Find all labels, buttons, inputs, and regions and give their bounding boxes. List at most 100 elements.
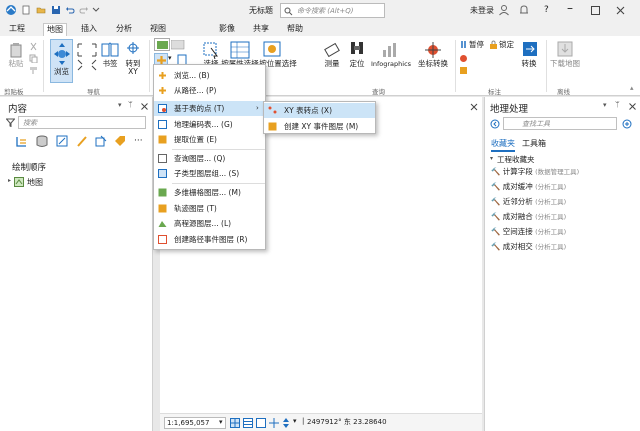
- label-priority-icon[interactable]: [459, 66, 468, 75]
- select-by-attribute-icon[interactable]: [229, 40, 251, 60]
- pause-label[interactable]: 暂停: [469, 40, 484, 49]
- menu-item-query-layer[interactable]: 查询图层... (Q): [154, 151, 265, 166]
- contents-menu-icon[interactable]: ▾: [118, 101, 122, 109]
- measure-icon[interactable]: [324, 40, 340, 60]
- gp-close-icon[interactable]: [629, 103, 636, 110]
- menu-item-make-xy-event-layer[interactable]: 创建 XY 事件图层 (M): [264, 119, 375, 134]
- menu-item-geocode-table[interactable]: 地理编码表... (G): [154, 117, 265, 132]
- list-by-drawing-order-icon[interactable]: [15, 135, 28, 148]
- tab-map[interactable]: 地图: [43, 23, 67, 36]
- bookmarks-icon[interactable]: [101, 42, 119, 58]
- pause-icon[interactable]: [459, 40, 468, 49]
- list-by-editing-icon[interactable]: [76, 135, 88, 148]
- gp-tool-item[interactable]: 🔨 成对融合 (分析工具): [491, 211, 566, 223]
- new-project-icon[interactable]: [21, 5, 31, 15]
- cut-icon[interactable]: [29, 42, 38, 51]
- user-avatar-icon[interactable]: [498, 4, 510, 16]
- menu-item-elevation-source[interactable]: 高程源图层... (L): [154, 216, 265, 231]
- copy-icon[interactable]: [29, 54, 38, 63]
- paste-icon[interactable]: [8, 42, 24, 58]
- tab-favorites[interactable]: 收藏夹: [491, 138, 515, 152]
- tab-imagery[interactable]: 影像: [216, 23, 238, 36]
- map-view-close-icon[interactable]: [470, 103, 478, 111]
- menu-item-extract-locations[interactable]: 提取位置 (E): [154, 132, 265, 147]
- explore-button[interactable]: 浏览: [50, 39, 73, 83]
- lock-icon[interactable]: [489, 40, 498, 49]
- maximize-icon[interactable]: [591, 6, 600, 15]
- expand-arrow-icon[interactable]: ▸: [8, 177, 11, 184]
- help-button[interactable]: ?: [544, 5, 549, 15]
- layout-view-icon[interactable]: [256, 418, 266, 428]
- status-dropdown-icon[interactable]: ▾: [293, 417, 297, 425]
- map-tree-item[interactable]: ▸ 地图: [8, 176, 68, 188]
- scale-selector[interactable]: 1:1,695,057 ▾: [164, 417, 226, 429]
- infographics-icon[interactable]: [381, 40, 401, 60]
- save-icon[interactable]: [51, 5, 61, 15]
- tab-project[interactable]: 工程: [6, 23, 28, 36]
- select-icon[interactable]: [203, 40, 219, 60]
- grid-view-icon[interactable]: [230, 418, 240, 428]
- nav-arrows-icon[interactable]: [281, 418, 291, 428]
- goto-xy-icon[interactable]: [127, 42, 139, 56]
- gp-tool-item[interactable]: 🔨 计算字段 (数据管理工具): [491, 166, 579, 178]
- gp-pin-icon[interactable]: ᛘ: [615, 100, 620, 109]
- menu-item-multidimensional-raster[interactable]: 多维栅格图层... (M): [154, 185, 265, 200]
- menu-item-trajectory-layer[interactable]: 轨迹图层 (T): [154, 201, 265, 216]
- open-folder-icon[interactable]: [36, 5, 46, 15]
- list-by-labeling-icon[interactable]: [114, 135, 126, 148]
- command-search-box[interactable]: 命令搜索 (Alt+Q): [280, 3, 385, 18]
- more-options-icon[interactable]: ···: [134, 136, 143, 146]
- add-preset-icon[interactable]: [171, 40, 185, 50]
- notification-bell-icon[interactable]: [518, 4, 530, 16]
- collapse-ribbon-icon[interactable]: ▴: [630, 84, 634, 92]
- locate-icon[interactable]: [349, 40, 365, 60]
- filter-icon[interactable]: [6, 118, 15, 127]
- select-by-location-icon[interactable]: [262, 40, 284, 60]
- crosshair-icon[interactable]: [269, 418, 279, 428]
- gp-tool-item[interactable]: 🔨 成对相交 (分析工具): [491, 241, 566, 253]
- list-by-source-icon[interactable]: [36, 135, 48, 148]
- lock-label[interactable]: 锁定: [499, 40, 514, 49]
- minimize-button[interactable]: –: [567, 1, 573, 15]
- download-map-icon[interactable]: [556, 40, 574, 58]
- menu-item-subtype-group[interactable]: 子类型图层组... (S): [154, 166, 265, 181]
- gp-back-icon[interactable]: [490, 119, 500, 129]
- menu-item-points-from-table[interactable]: 基于表的点 (T) ›: [154, 101, 265, 116]
- gp-tool-item[interactable]: 🔨 近邻分析 (分析工具): [491, 196, 566, 208]
- tab-share[interactable]: 共享: [250, 23, 272, 36]
- add-data-dropdown-icon[interactable]: ▾: [168, 54, 172, 62]
- label-manager-icon[interactable]: [459, 54, 468, 63]
- quick-access-menu-icon[interactable]: [92, 7, 100, 13]
- undo-icon[interactable]: [65, 5, 75, 15]
- tab-toolboxes[interactable]: 工具箱: [522, 138, 546, 149]
- list-by-snapping-icon[interactable]: [95, 135, 107, 148]
- table-view-icon[interactable]: [243, 418, 253, 428]
- gp-menu-icon[interactable]: ▾: [603, 101, 607, 109]
- tab-view[interactable]: 视图: [147, 23, 169, 36]
- gp-tool-item[interactable]: 🔨 空间连接 (分析工具): [491, 226, 566, 238]
- gp-tool-item[interactable]: 🔨 成对缓冲 (分析工具): [491, 181, 566, 193]
- basemap-button[interactable]: [154, 38, 170, 51]
- scale-dropdown-icon[interactable]: ▾: [219, 418, 223, 426]
- close-icon[interactable]: [616, 6, 625, 15]
- format-painter-icon[interactable]: [29, 66, 38, 75]
- add-tool-icon[interactable]: [622, 119, 632, 129]
- list-by-selection-icon[interactable]: [56, 135, 68, 148]
- user-status[interactable]: 未登录: [470, 5, 494, 16]
- group-collapse-icon[interactable]: ▾: [490, 155, 493, 162]
- contents-close-icon[interactable]: [141, 103, 148, 110]
- menu-item-from-path[interactable]: 从路径... (P): [154, 83, 265, 98]
- tab-help[interactable]: 帮助: [284, 23, 306, 36]
- find-tools-input[interactable]: 查找工具: [503, 117, 617, 130]
- convert-icon[interactable]: [521, 40, 539, 58]
- zoom-extent-icons[interactable]: [76, 42, 98, 72]
- menu-item-route-event-layer[interactable]: 创建路径事件图层 (R): [154, 232, 265, 247]
- contents-search-input[interactable]: 搜索: [18, 116, 146, 129]
- tab-insert[interactable]: 插入: [78, 23, 100, 36]
- redo-icon[interactable]: [79, 5, 89, 15]
- status-more-icon[interactable]: |: [302, 417, 304, 425]
- menu-item-xy-table-to-point[interactable]: XY 表转点 (X): [264, 103, 375, 118]
- menu-item-browse[interactable]: 浏览... (B): [154, 68, 265, 83]
- coordinate-conversion-icon[interactable]: [423, 40, 443, 60]
- tab-analysis[interactable]: 分析: [113, 23, 135, 36]
